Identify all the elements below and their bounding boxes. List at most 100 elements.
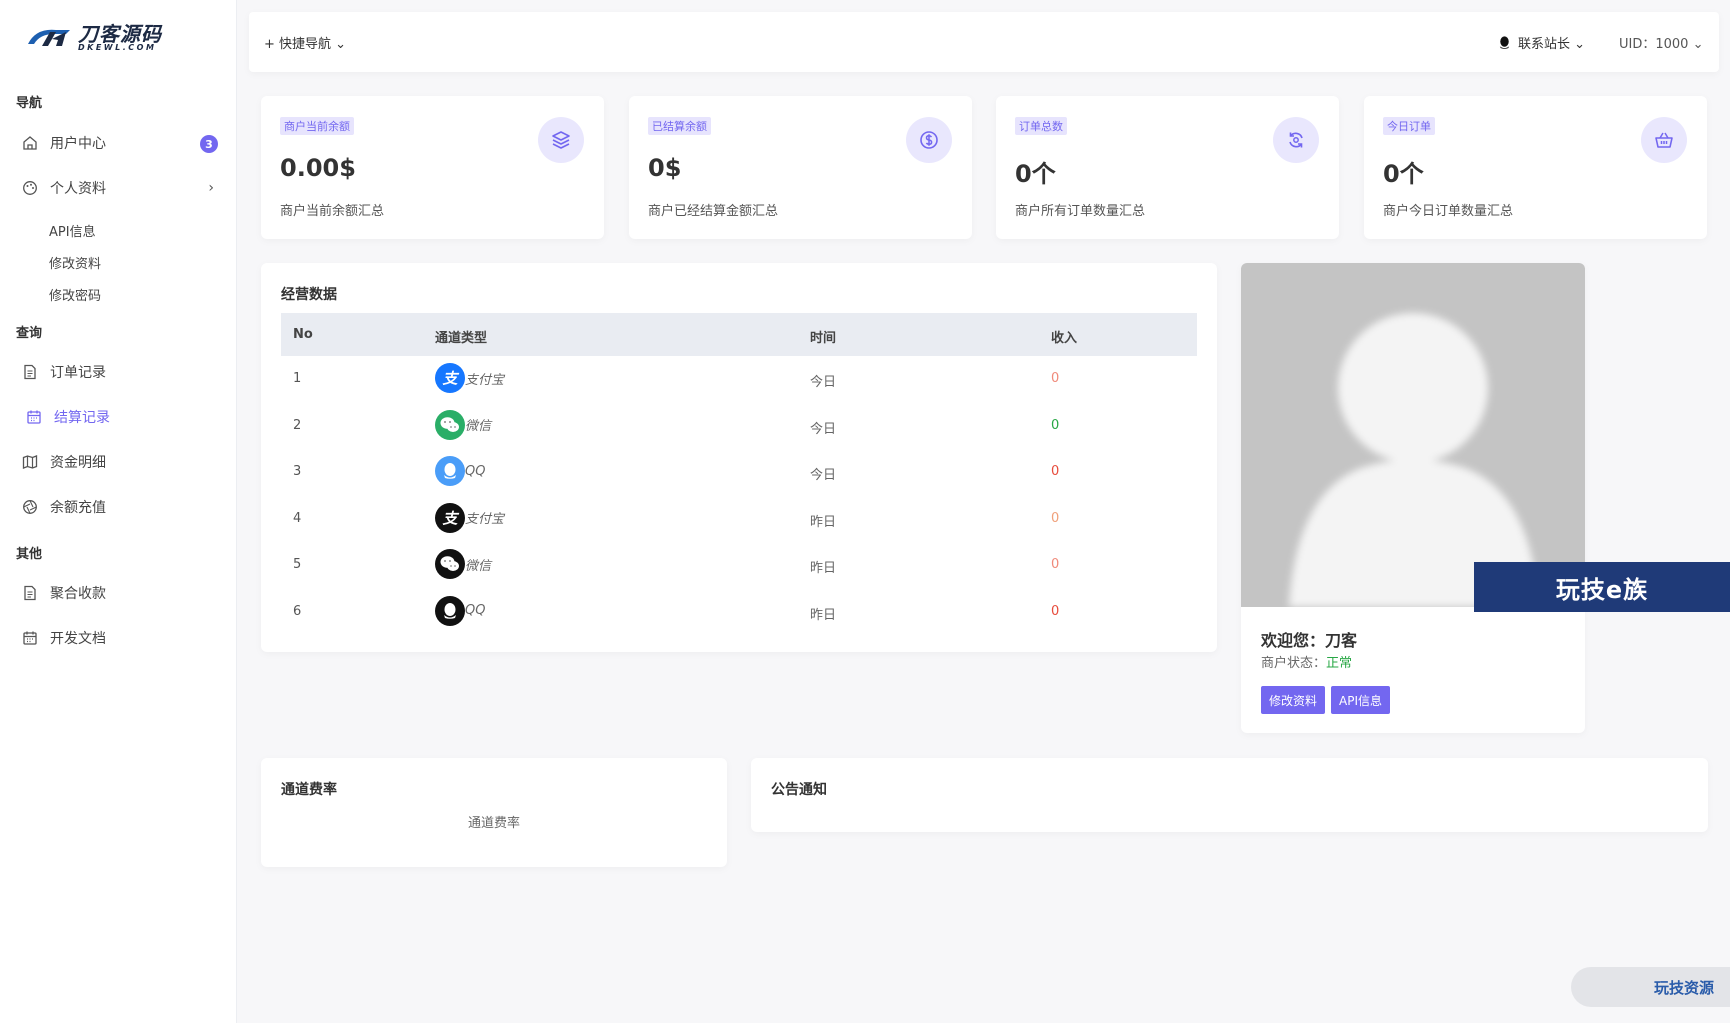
sidebar-item-dev-docs[interactable]: 开发文档: [22, 623, 218, 653]
logo[interactable]: 刀客源码 DKEWL.COM: [26, 22, 208, 52]
income-cell: 0: [1051, 464, 1060, 479]
quick-nav-dropdown[interactable]: + 快捷导航 ⌄: [264, 33, 346, 52]
column-header: No: [293, 327, 313, 342]
row-number: 3: [293, 464, 302, 479]
sidebar-item-label: 资金明细: [50, 455, 106, 471]
stat-value: 0个: [1383, 160, 1424, 188]
status-badge: 正常: [1326, 656, 1353, 671]
api-info-button[interactable]: API信息: [1331, 686, 1390, 714]
card-title: 公告通知: [771, 782, 827, 798]
card-title: 通道费率: [281, 782, 337, 798]
section-title-nav: 导航: [16, 96, 43, 111]
watermark-banner: 玩技e族: [1474, 562, 1730, 612]
income-cell: 0: [1051, 371, 1060, 386]
sidebar-item-profile[interactable]: 个人资料 ›: [22, 173, 218, 203]
table-row: 3 QQ 今日 0: [281, 449, 1197, 495]
channel-rate-card: 通道费率 通道费率: [261, 758, 727, 867]
stat-tag: 今日订单: [1383, 117, 1435, 135]
stat-card-balance: 商户当前余额 0.00$ 商户当前余额汇总: [261, 96, 604, 239]
sidebar-item-label: 余额充值: [50, 500, 106, 516]
table-row: 6 QQ 昨日 0: [281, 589, 1197, 635]
stat-card-total-orders: 订单总数 0个 商户所有订单数量汇总: [996, 96, 1339, 239]
dollar-icon: [906, 117, 952, 163]
channel-cell: 微信: [435, 409, 492, 440]
rate-body-text: 通道费率: [467, 816, 520, 831]
merchant-status: 商户状态：正常: [1261, 652, 1352, 671]
sidebar-subitem-change-password[interactable]: 修改密码: [49, 285, 101, 304]
income-cell: 0: [1051, 557, 1060, 572]
row-number: 6: [293, 603, 302, 619]
stat-tag: 已结算余额: [648, 117, 711, 135]
stat-description: 商户已经结算金额汇总: [648, 204, 779, 219]
stat-description: 商户当前余额汇总: [280, 204, 385, 219]
sync-icon: [1273, 117, 1319, 163]
income-cell: 0: [1051, 510, 1060, 526]
section-title-query: 查询: [16, 326, 43, 341]
wechat-icon: [435, 549, 465, 579]
alipay-icon: 支: [435, 363, 465, 393]
stat-description: 商户今日订单数量汇总: [1383, 204, 1514, 219]
channel-name: 微信: [465, 419, 492, 434]
logo-title: 刀客源码: [78, 22, 162, 46]
sidebar-item-orders[interactable]: 订单记录: [22, 357, 218, 387]
row-number: 2: [293, 417, 302, 433]
sidebar-item-label: 开发文档: [50, 631, 106, 647]
stat-value: 0$: [648, 154, 682, 182]
sidebar-item-label: 个人资料: [50, 181, 106, 197]
qq-icon: [435, 456, 465, 486]
time-cell: 今日: [810, 421, 837, 437]
edit-profile-button[interactable]: 修改资料: [1261, 686, 1326, 714]
sidebar-subitem-edit-profile[interactable]: 修改资料: [49, 253, 101, 272]
column-header: 收入: [1051, 331, 1078, 346]
qq-icon: [1499, 36, 1510, 49]
table-header: No 通道类型 时间 收入: [281, 313, 1197, 356]
notice-card: 公告通知: [751, 758, 1708, 832]
channel-name: 微信: [465, 558, 492, 574]
top-navbar: + 快捷导航 ⌄ 联系站长 ⌄ UID：1000 ⌄: [249, 12, 1719, 72]
aperture-icon: [22, 499, 38, 515]
channel-name: 支付宝: [465, 512, 505, 527]
stat-card-settled: 已结算余额 0$ 商户已经结算金额汇总: [629, 96, 972, 239]
section-title-other: 其他: [16, 547, 43, 562]
notification-badge: 3: [200, 135, 218, 153]
time-cell: 今日: [810, 468, 837, 483]
channel-name: QQ: [465, 463, 486, 479]
wechat-icon: [435, 409, 465, 440]
palette-icon: [22, 180, 38, 196]
floating-resource-link[interactable]: 玩技资源: [1571, 967, 1730, 1007]
stat-tag: 商户当前余额: [280, 117, 354, 135]
contact-admin-dropdown[interactable]: 联系站长 ⌄: [1497, 33, 1585, 52]
sidebar-item-aggregate[interactable]: 聚合收款: [22, 578, 218, 608]
svg-text:支: 支: [442, 370, 459, 388]
stat-description: 商户所有订单数量汇总: [1015, 204, 1146, 219]
welcome-text: 欢迎您：刀客: [1261, 631, 1358, 650]
calendar-icon: [26, 409, 42, 425]
channel-cell: 微信: [435, 549, 491, 579]
logo-subtitle: DKEWL.COM: [78, 43, 157, 52]
status-label: 商户状态：: [1261, 656, 1327, 671]
sidebar-item-settlement[interactable]: 结算记录: [22, 402, 218, 432]
column-header: 时间: [810, 331, 837, 346]
card-title: 经营数据: [281, 287, 337, 303]
svg-text:支: 支: [442, 509, 459, 527]
table-row: 5 微信 昨日 0: [281, 542, 1197, 588]
avatar: [1241, 263, 1585, 607]
sidebar-item-recharge[interactable]: 余额充值: [22, 492, 218, 522]
channel-cell: 支支付宝: [435, 502, 505, 533]
user-id-dropdown[interactable]: UID：1000 ⌄: [1619, 33, 1703, 52]
sidebar-item-user-center[interactable]: 用户中心 3: [22, 128, 218, 158]
map-icon: [22, 454, 38, 470]
profile-card: 欢迎您：刀客 商户状态：正常 修改资料 API信息: [1241, 263, 1585, 733]
sidebar-subitem-api-info[interactable]: API信息: [49, 221, 96, 240]
row-number: 5: [293, 557, 302, 572]
file-icon: [22, 364, 38, 380]
sidebar: 刀客源码 DKEWL.COM 导航 用户中心 3 个人资料 › API信息 修改…: [0, 0, 237, 1023]
layers-icon: [538, 117, 584, 163]
business-data-card: 经营数据 No 通道类型 时间 收入 1 支支付宝 今日 0 2 微信 今日 0 3 QQ 今日 0 4…: [261, 263, 1217, 652]
channel-cell: 支支付宝: [435, 363, 504, 393]
time-cell: 昨日: [810, 561, 837, 576]
sidebar-item-funds[interactable]: 资金明细: [22, 447, 218, 477]
income-cell: 0: [1051, 603, 1060, 619]
chevron-right-icon: ›: [208, 180, 214, 196]
contact-label: 联系站长 ⌄: [1518, 37, 1586, 52]
